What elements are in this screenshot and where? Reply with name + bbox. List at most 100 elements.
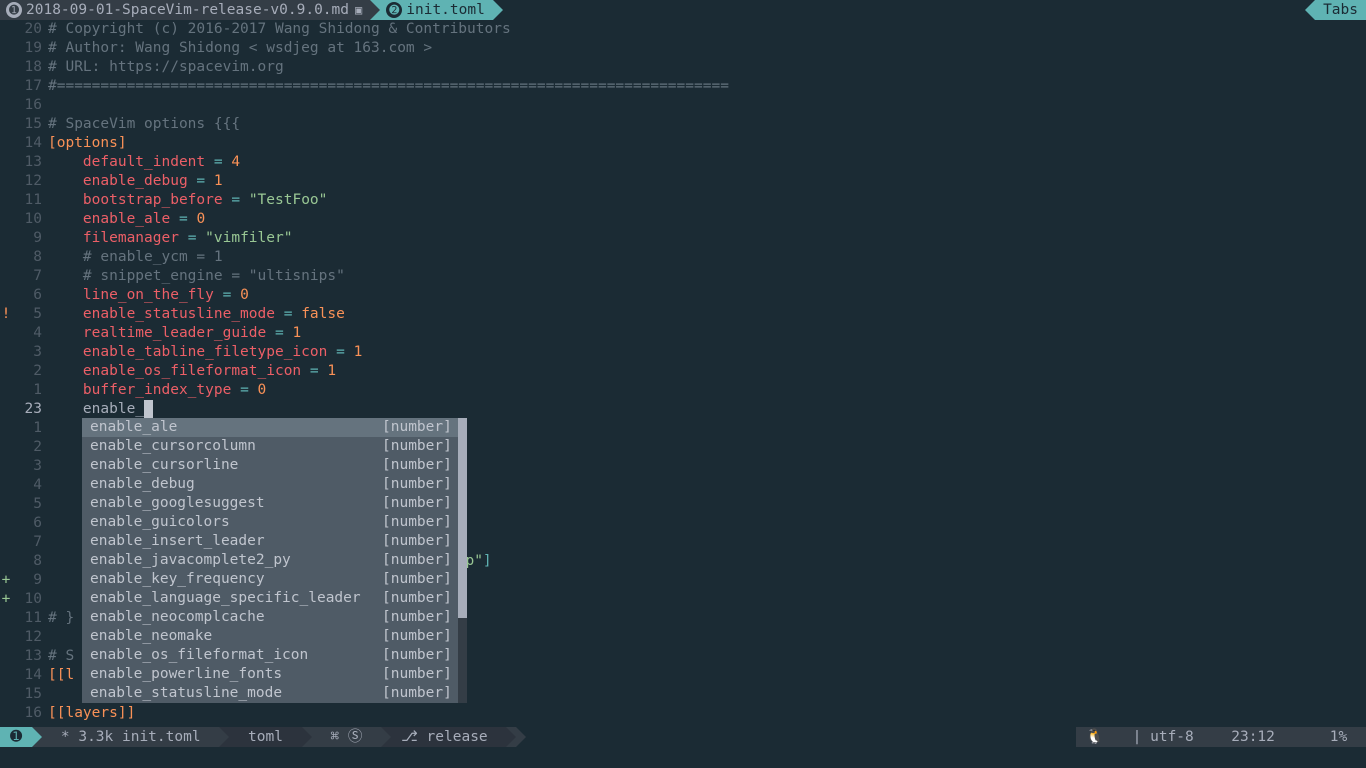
tab-1[interactable]: ➊ 2018-09-01-SpaceVim-release-v0.9.0.md … xyxy=(0,0,370,20)
line-number: 8 xyxy=(12,248,48,267)
completion-item[interactable]: enable_cursorline[number] xyxy=(82,456,458,475)
completion-item-kind: [number] xyxy=(382,437,452,456)
popup-scrollbar[interactable] xyxy=(458,418,467,703)
line-number: 4 xyxy=(12,324,48,343)
code-text: realtime_leader_guide = 1 xyxy=(48,324,1366,343)
line-number: 10 xyxy=(12,590,48,609)
completion-item-name: enable_statusline_mode xyxy=(90,684,382,703)
completion-item-kind: [number] xyxy=(382,589,452,608)
line-number: 5 xyxy=(12,495,48,514)
completion-item[interactable]: enable_guicolors[number] xyxy=(82,513,458,532)
code-text: bootstrap_before = "TestFoo" xyxy=(48,191,1366,210)
tabs-indicator[interactable]: Tabs xyxy=(1315,0,1366,20)
completion-item[interactable]: enable_googlesuggest[number] xyxy=(82,494,458,513)
line-number: 19 xyxy=(12,39,48,58)
completion-item[interactable]: enable_statusline_mode[number] xyxy=(82,684,458,703)
code-text: # Copyright (c) 2016-2017 Wang Shidong &… xyxy=(48,20,1366,39)
status-os-icon: 🐧 xyxy=(1076,727,1114,747)
line-number: 5 xyxy=(12,305,48,324)
line-number: 3 xyxy=(12,457,48,476)
code-text: enable_ale = 0 xyxy=(48,210,1366,229)
status-branch: release xyxy=(391,727,506,747)
popup-scroll-thumb[interactable] xyxy=(458,418,467,618)
completion-popup[interactable]: enable_ale[number]enable_cursorcolumn[nu… xyxy=(82,418,467,703)
completion-item[interactable]: enable_key_frequency[number] xyxy=(82,570,458,589)
tab-label: init.toml xyxy=(406,1,485,20)
separator-icon xyxy=(506,727,516,747)
completion-item-kind: [number] xyxy=(382,684,452,703)
code-text: line_on_the_fly = 0 xyxy=(48,286,1366,305)
separator-icon xyxy=(32,727,42,747)
text-cursor xyxy=(144,400,153,419)
completion-item[interactable]: enable_debug[number] xyxy=(82,475,458,494)
completion-item[interactable]: enable_powerline_fonts[number] xyxy=(82,665,458,684)
completion-item[interactable]: enable_neomake[number] xyxy=(82,627,458,646)
completion-item[interactable]: enable_javacomplete2_py[number] xyxy=(82,551,458,570)
tab-num-icon: ➊ xyxy=(6,2,22,18)
status-filetype: toml xyxy=(229,727,301,747)
completion-item-name: enable_googlesuggest xyxy=(90,494,382,513)
tab-2-active[interactable]: ➋ init.toml xyxy=(380,0,493,20)
mode-indicator: ➊ xyxy=(0,727,32,747)
completion-item-kind: [number] xyxy=(382,570,452,589)
code-text: default_indent = 4 xyxy=(48,153,1366,172)
completion-item-kind: [number] xyxy=(382,551,452,570)
status-percent: 1% xyxy=(1294,727,1366,747)
completion-item-kind: [number] xyxy=(382,456,452,475)
completion-item[interactable]: enable_cursorcolumn[number] xyxy=(82,437,458,456)
code-text: [[layers]] xyxy=(48,704,1366,723)
code-text: buffer_index_type = 0 xyxy=(48,381,1366,400)
code-text: enable_os_fileformat_icon = 1 xyxy=(48,362,1366,381)
line-number: 10 xyxy=(12,210,48,229)
completion-item-kind: [number] xyxy=(382,513,452,532)
completion-item-kind: [number] xyxy=(382,646,452,665)
completion-item[interactable]: enable_neocomplcache[number] xyxy=(82,608,458,627)
completion-item-kind: [number] xyxy=(382,665,452,684)
separator-icon xyxy=(381,727,391,747)
tabline-filler xyxy=(503,0,1305,20)
line-number: 7 xyxy=(12,267,48,286)
completion-item-name: enable_ale xyxy=(90,418,382,437)
completion-item[interactable]: enable_language_specific_leader[number] xyxy=(82,589,458,608)
code-text: # SpaceVim options {{{ xyxy=(48,115,1366,134)
line-number: 11 xyxy=(12,609,48,628)
line-number: 17 xyxy=(12,77,48,96)
statusline: ➊ * 3.3k init.toml toml ⌘ Ⓢ release 🐧 | … xyxy=(0,727,1366,747)
code-text: # URL: https://spacevim.org xyxy=(48,58,1366,77)
statusline-filler xyxy=(526,727,1075,747)
lint-warn-icon: ! xyxy=(0,305,12,324)
code-text: [options] xyxy=(48,134,1366,153)
completion-item[interactable]: enable_os_fileformat_icon[number] xyxy=(82,646,458,665)
code-text: filemanager = "vimfiler" xyxy=(48,229,1366,248)
completion-item[interactable]: enable_insert_leader[number] xyxy=(82,532,458,551)
status-encoding: | utf-8 xyxy=(1114,727,1213,747)
line-number: 16 xyxy=(12,96,48,115)
code-text: #=======================================… xyxy=(48,77,1366,96)
completion-item-kind: [number] xyxy=(382,418,452,437)
tab-num-icon: ➋ xyxy=(386,2,402,18)
line-number: 12 xyxy=(12,172,48,191)
command-line[interactable] xyxy=(0,747,1366,768)
completion-item[interactable]: enable_ale[number] xyxy=(82,418,458,437)
line-number: 9 xyxy=(12,229,48,248)
line-number: 16 xyxy=(12,704,48,723)
completion-item-name: enable_debug xyxy=(90,475,382,494)
code-text: # snippet_engine = "ultisnips" xyxy=(48,267,1366,286)
separator-icon xyxy=(302,727,312,747)
git-add-icon: + xyxy=(0,590,12,609)
tab-separator-icon xyxy=(370,0,380,20)
code-text: enable_statusline_mode = false xyxy=(48,305,1366,324)
line-number: 15 xyxy=(12,685,48,704)
line-number: 3 xyxy=(12,343,48,362)
completion-item-name: enable_powerline_fonts xyxy=(90,665,382,684)
code-text: # enable_ycm = 1 xyxy=(48,248,1366,267)
code-text: enable_ xyxy=(48,400,1366,419)
line-number: 1 xyxy=(12,381,48,400)
completion-item-name: enable_cursorline xyxy=(90,456,382,475)
line-number: 14 xyxy=(12,134,48,153)
line-number: 13 xyxy=(12,153,48,172)
completion-item-name: enable_insert_leader xyxy=(90,532,382,551)
completion-item-name: enable_guicolors xyxy=(90,513,382,532)
git-add-icon: + xyxy=(0,571,12,590)
line-number: 12 xyxy=(12,628,48,647)
